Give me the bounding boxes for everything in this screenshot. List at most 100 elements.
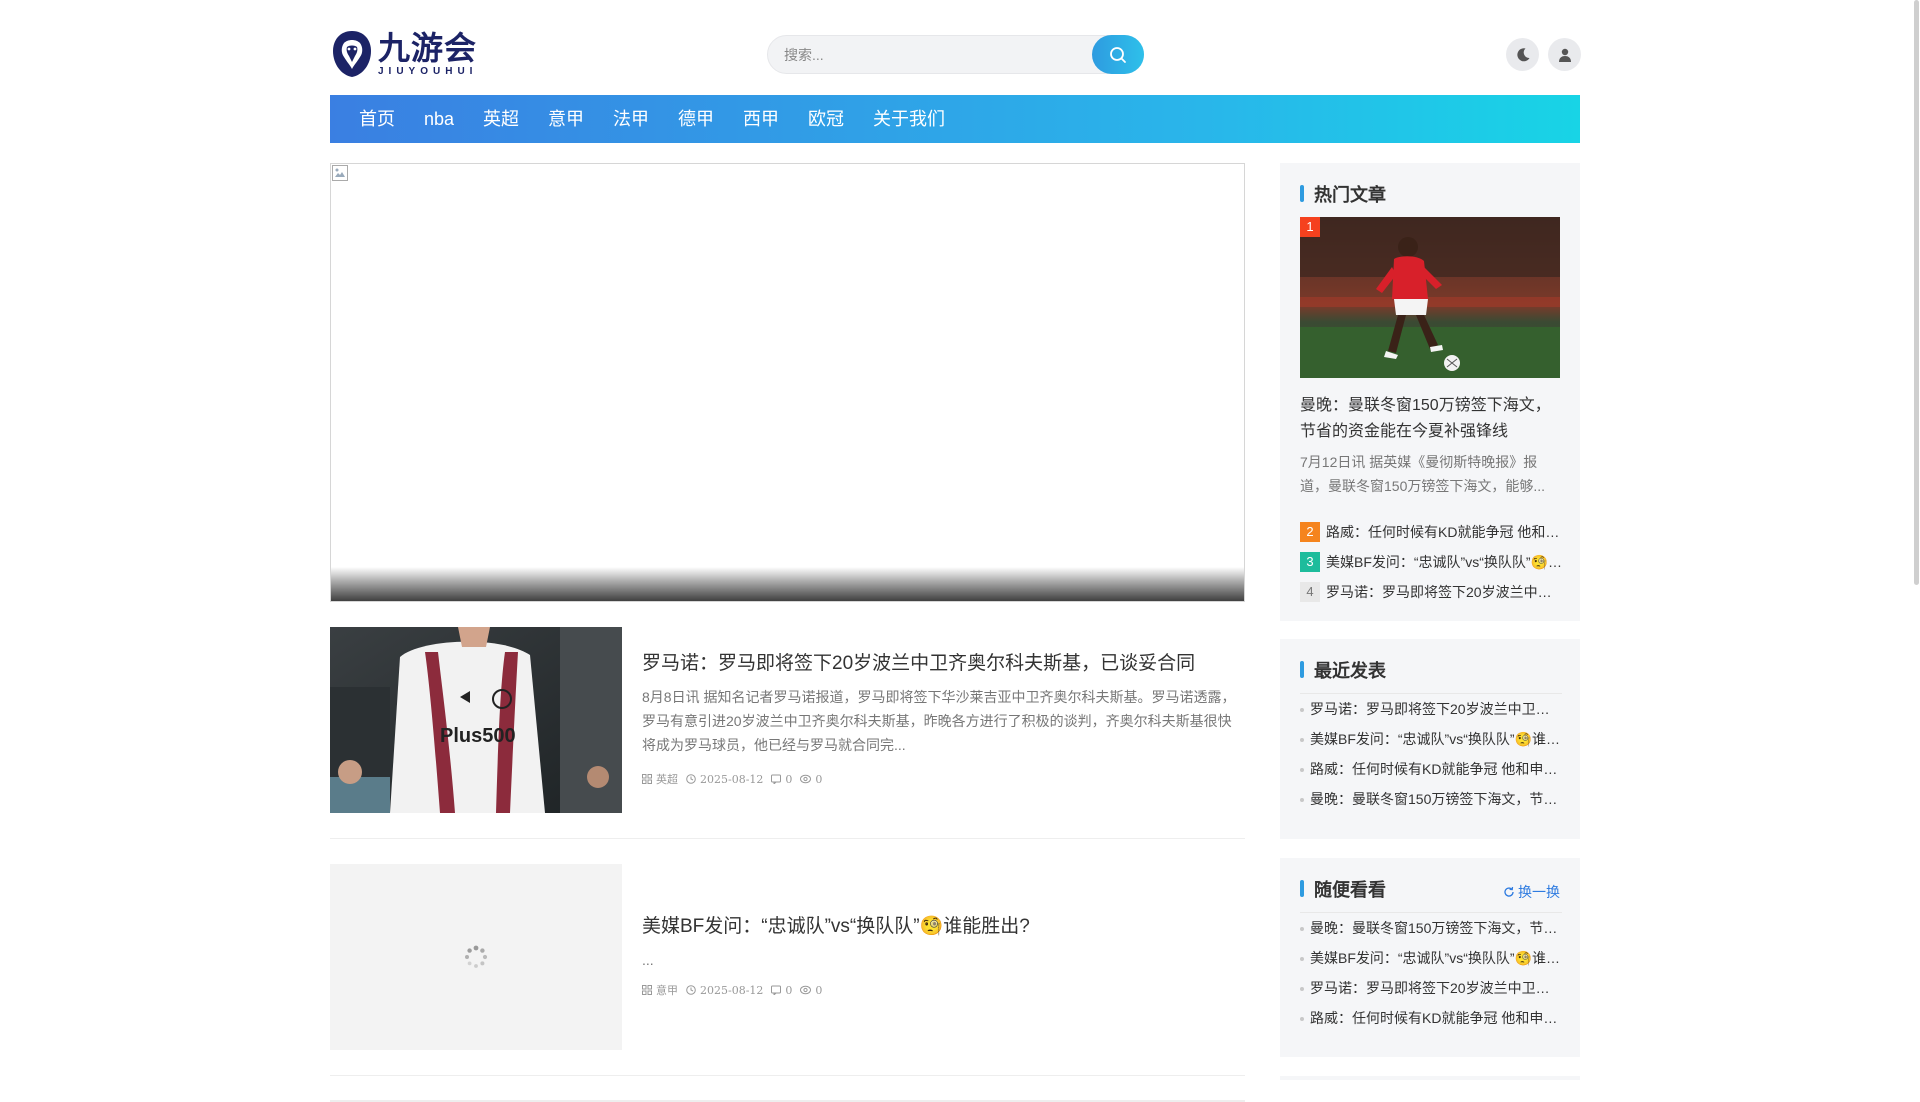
recent-post-list: 罗马诺：罗马即将签下20岁波兰中卫齐奥尔科夫斯基，已谈妥合同 美媒BF发问：“忠… xyxy=(1300,693,1562,814)
widget-recent-posts: 最近发表 罗马诺：罗马即将签下20岁波兰中卫齐奥尔科夫斯基，已谈妥合同 美媒BF… xyxy=(1280,639,1580,839)
eye-icon xyxy=(800,774,812,784)
random-post-item[interactable]: 美媒BF发问：“忠诚队”vs“换队队”🧐谁能胜出? xyxy=(1300,943,1562,973)
random-post-item[interactable]: 罗马诺：罗马即将签下20岁波兰中卫齐奥尔科夫斯基，已谈妥合同 xyxy=(1300,973,1562,1003)
nav-item-serie-a[interactable]: 意甲 xyxy=(548,95,584,143)
rank-badge: 4 xyxy=(1300,582,1320,602)
hot-article-item-title: 罗马诺：罗马即将签下20岁波兰中卫齐奥尔科夫斯基，已谈妥合同 xyxy=(1326,584,1562,600)
nav-item-nba[interactable]: nba xyxy=(424,95,454,143)
post-category[interactable]: 意甲 xyxy=(642,982,678,998)
svg-text:Plus500: Plus500 xyxy=(440,725,516,747)
post-meta: 意甲 2025-08-12 0 0 xyxy=(642,982,1245,998)
random-post-list: 曼晚：曼联冬窗150万镑签下海文，节省的资金能在今夏补强锋线 美媒BF发问：“忠… xyxy=(1300,912,1562,1033)
nav-item-home[interactable]: 首页 xyxy=(359,95,395,143)
refresh-label: 换一换 xyxy=(1518,884,1560,900)
search-button[interactable] xyxy=(1092,35,1144,74)
clock-icon xyxy=(686,774,696,784)
loading-spinner-icon xyxy=(330,864,622,1050)
hot-article-item-title: 路威：任何时候有KD就能争冠 他和申京都有得分能力 xyxy=(1326,524,1562,540)
post-date-label: 2025-08-12 xyxy=(700,983,764,997)
site-header: 九游会 JIUYOUHUI xyxy=(330,0,1581,95)
rank-badge: 3 xyxy=(1300,552,1320,572)
post-comments: 0 xyxy=(771,984,792,997)
post-views: 0 xyxy=(800,984,822,997)
hot-article-title[interactable]: 曼晚：曼联冬窗150万镑签下海文，节省的资金能在今夏补强锋线 xyxy=(1300,393,1562,445)
lion-logo-icon xyxy=(333,31,371,77)
nav-item-champions-league[interactable]: 欧冠 xyxy=(808,95,844,143)
hot-article-thumbnail[interactable]: 1 xyxy=(1300,217,1560,378)
soccer-player-photo: Plus500 xyxy=(330,627,622,813)
post-comments-count: 0 xyxy=(785,983,793,997)
post-views-count: 0 xyxy=(815,772,823,786)
post-views-count: 0 xyxy=(815,983,823,997)
theme-toggle-button[interactable] xyxy=(1506,38,1539,71)
nav-item-ligue-1[interactable]: 法甲 xyxy=(613,95,649,143)
post-excerpt: ... xyxy=(642,952,654,968)
site-logo[interactable]: 九游会 JIUYOUHUI xyxy=(330,28,480,80)
user-button[interactable] xyxy=(1548,38,1581,71)
post-date-label: 2025-08-12 xyxy=(700,772,764,786)
hot-article-item[interactable]: 2 路威：任何时候有KD就能争冠 他和申京都有得分能力 xyxy=(1300,517,1562,547)
logo-title: 九游会 xyxy=(378,29,478,67)
recent-post-item[interactable]: 路威：任何时候有KD就能争冠 他和申京都有得分能力 xyxy=(1300,754,1562,784)
logo-subtitle: JIUYOUHUI xyxy=(378,66,478,77)
post-item: Plus500 罗马诺：罗马即将签下20岁波兰中卫齐奥尔科夫斯基，已谈妥合同 8… xyxy=(330,627,1245,839)
moon-icon xyxy=(1516,47,1529,61)
widget-title: 最近发表 xyxy=(1300,657,1386,683)
hot-article-item[interactable]: 4 罗马诺：罗马即将签下20岁波兰中卫齐奥尔科夫斯基，已谈妥合同 xyxy=(1300,577,1562,607)
search-input[interactable] xyxy=(784,36,1084,73)
post-comments: 0 xyxy=(771,773,792,786)
nav-item-la-liga[interactable]: 西甲 xyxy=(743,95,779,143)
post-thumbnail[interactable] xyxy=(330,864,622,1050)
recent-post-item[interactable]: 美媒BF发问：“忠诚队”vs“换队队”🧐谁能胜出? xyxy=(1300,724,1562,754)
refresh-button[interactable]: 换一换 xyxy=(1503,882,1560,902)
post-category-label: 意甲 xyxy=(656,984,678,997)
hero-caption-shade xyxy=(331,567,1244,601)
hot-article-list: 2 路威：任何时候有KD就能争冠 他和申京都有得分能力 3 美媒BF发问：“忠诚… xyxy=(1300,517,1562,607)
grid-icon xyxy=(642,774,652,784)
post-excerpt: 8月8日讯 据知名记者罗马诺报道，罗马即将签下华沙莱吉亚中卫齐奥尔科夫斯基。罗马… xyxy=(642,689,1236,753)
hero-banner[interactable] xyxy=(330,163,1245,602)
post-date: 2025-08-12 xyxy=(686,984,763,997)
post-item: 美媒BF发问：“忠诚队”vs“换队队”🧐谁能胜出? ... 意甲 2025-08… xyxy=(330,864,1245,1076)
post-views: 0 xyxy=(800,773,822,786)
refresh-icon xyxy=(1504,886,1514,897)
nav-item-about[interactable]: 关于我们 xyxy=(873,95,945,143)
hot-article-excerpt: 7月12日讯 据英媒《曼彻斯特晚报》报道，曼联冬窗150万镑签下海文，能够... xyxy=(1300,454,1546,494)
widget-random-posts: 随便看看 换一换 曼晚：曼联冬窗150万镑签下海文，节省的资金能在今夏补强锋线 … xyxy=(1280,858,1580,1057)
football-player-photo xyxy=(1300,217,1560,378)
random-post-item[interactable]: 路威：任何时候有KD就能争冠 他和申京都有得分能力 xyxy=(1300,1003,1562,1033)
broken-image-icon xyxy=(332,165,348,181)
comment-icon xyxy=(771,985,782,995)
post-date: 2025-08-12 xyxy=(686,773,763,786)
widget-next-top-edge xyxy=(1280,1076,1580,1080)
search-box xyxy=(767,35,1144,74)
post-meta: 英超 2025-08-12 0 0 xyxy=(642,771,1245,787)
widget-title: 随便看看 xyxy=(1300,876,1386,902)
post-category-label: 英超 xyxy=(656,773,678,786)
hot-article-item-title: 美媒BF发问：“忠诚队”vs“换队队”🧐谁能胜出? xyxy=(1326,554,1562,570)
post-title[interactable]: 美媒BF发问：“忠诚队”vs“换队队”🧐谁能胜出? xyxy=(642,914,1245,940)
post-comments-count: 0 xyxy=(785,772,793,786)
comment-icon xyxy=(771,774,782,784)
nav-item-bundesliga[interactable]: 德甲 xyxy=(678,95,714,143)
eye-icon xyxy=(800,985,812,995)
widget-hot-articles: 热门文章 1 曼晚：曼联冬窗150万镑签下海文，节省的资金能在今夏补强锋线 7月… xyxy=(1280,163,1580,621)
post-category[interactable]: 英超 xyxy=(642,771,678,787)
rank-badge: 2 xyxy=(1300,522,1320,542)
recent-post-item[interactable]: 曼晚：曼联冬窗150万镑签下海文，节省的资金能在今夏补强锋线 xyxy=(1300,784,1562,814)
rank-badge: 1 xyxy=(1300,217,1320,237)
nav-item-premier-league[interactable]: 英超 xyxy=(483,95,519,143)
main-content: Plus500 罗马诺：罗马即将签下20岁波兰中卫齐奥尔科夫斯基，已谈妥合同 8… xyxy=(330,163,1245,1102)
user-icon xyxy=(1558,48,1571,62)
search-icon xyxy=(1110,46,1126,63)
post-title[interactable]: 罗马诺：罗马即将签下20岁波兰中卫齐奥尔科夫斯基，已谈妥合同 xyxy=(642,651,1245,677)
scrollbar-thumb[interactable] xyxy=(1914,0,1919,585)
page-scrollbar[interactable] xyxy=(1913,0,1920,1080)
hot-article-item[interactable]: 3 美媒BF发问：“忠诚队”vs“换队队”🧐谁能胜出? xyxy=(1300,547,1562,577)
widget-title: 热门文章 xyxy=(1300,181,1386,207)
clock-icon xyxy=(686,985,696,995)
recent-post-item[interactable]: 罗马诺：罗马即将签下20岁波兰中卫齐奥尔科夫斯基，已谈妥合同 xyxy=(1300,694,1562,724)
random-post-item[interactable]: 曼晚：曼联冬窗150万镑签下海文，节省的资金能在今夏补强锋线 xyxy=(1300,913,1562,943)
grid-icon xyxy=(642,985,652,995)
post-thumbnail[interactable]: Plus500 xyxy=(330,627,622,813)
